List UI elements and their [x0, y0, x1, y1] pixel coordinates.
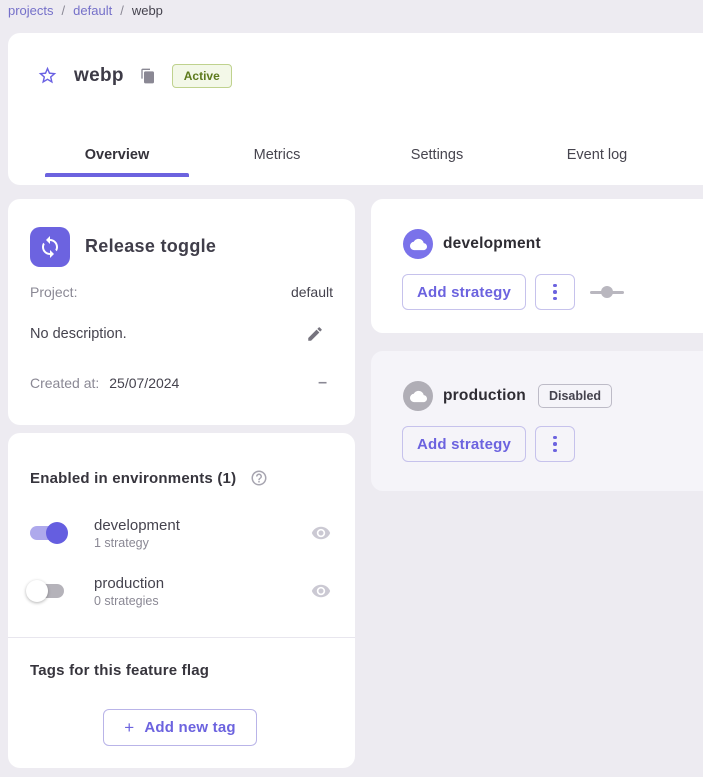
add-new-tag-label: Add new tag [144, 719, 235, 736]
breadcrumb: projects / default / webp [8, 0, 163, 20]
environment-name: production [94, 575, 309, 592]
development-toggle[interactable] [28, 523, 66, 543]
development-environment-panel: development Add strategy [371, 199, 703, 333]
feature-header-card: webp Active Overview Metrics Settings Ev… [8, 33, 703, 185]
environment-panel-name: production [443, 387, 526, 405]
environments-title-row: Enabled in environments (1) [30, 467, 270, 489]
environment-strategy-count: 1 strategy [94, 536, 309, 550]
development-panel-header: development [403, 229, 541, 259]
tab-overview[interactable]: Overview [37, 129, 197, 181]
tab-event-log[interactable]: Event log [517, 129, 677, 181]
production-environment-panel: production Disabled Add strategy [371, 351, 703, 491]
favorite-star-icon[interactable] [35, 63, 60, 88]
project-value: default [291, 284, 333, 300]
add-strategy-button[interactable]: Add strategy [402, 426, 526, 462]
environment-strategy-count: 0 strategies [94, 594, 309, 608]
card-divider [8, 637, 355, 638]
add-new-tag-button[interactable]: + Add new tag [103, 709, 257, 746]
description-row: No description. [30, 323, 333, 345]
tab-overview-label: Overview [85, 147, 150, 163]
environment-row-production: production 0 strategies [28, 569, 333, 613]
kebab-dot [553, 436, 557, 440]
more-actions-button[interactable] [535, 274, 575, 310]
disabled-badge: Disabled [538, 384, 612, 408]
tags-title: Tags for this feature flag [30, 662, 209, 679]
status-badge: Active [172, 64, 232, 88]
environment-panel-name: development [443, 235, 541, 253]
feature-tabs: Overview Metrics Settings Event log [37, 129, 677, 181]
breadcrumb-current: webp [132, 3, 163, 18]
release-toggle-icon [30, 227, 70, 267]
production-panel-actions: Add strategy [402, 426, 575, 462]
tab-settings-label: Settings [411, 147, 463, 163]
plus-icon: + [124, 718, 134, 738]
created-row: Created at: 25/07/2024 – [30, 374, 333, 392]
eye-icon[interactable] [309, 521, 333, 545]
environment-row-development: development 1 strategy [28, 511, 333, 555]
tab-event-log-label: Event log [567, 147, 627, 163]
toggle-thumb [26, 580, 48, 602]
created-value: 25/07/2024 [109, 375, 179, 391]
production-panel-header: production Disabled [403, 381, 612, 411]
environment-name: development [94, 517, 309, 534]
kebab-dot [553, 297, 557, 301]
environment-texts: production 0 strategies [94, 575, 309, 608]
active-tab-underline [45, 173, 189, 177]
breadcrumb-link-projects[interactable]: projects [8, 3, 54, 18]
breadcrumb-separator: / [62, 3, 66, 18]
collapse-card-button[interactable]: – [312, 374, 333, 392]
feature-flag-title: webp [74, 65, 124, 87]
tab-metrics-label: Metrics [254, 147, 301, 163]
strategy-connector-icon [590, 286, 624, 298]
tab-settings[interactable]: Settings [357, 129, 517, 181]
eye-icon[interactable] [309, 579, 333, 603]
cloud-icon [403, 229, 433, 259]
toggle-thumb [46, 522, 68, 544]
kebab-dot [553, 290, 557, 294]
kebab-dot [553, 449, 557, 453]
environment-texts: development 1 strategy [94, 517, 309, 550]
feature-title-row: webp Active [35, 63, 232, 88]
production-toggle[interactable] [28, 581, 66, 601]
tab-metrics[interactable]: Metrics [197, 129, 357, 181]
created-group: Created at: 25/07/2024 [30, 375, 179, 391]
kebab-dot [553, 284, 557, 288]
cloud-icon [403, 381, 433, 411]
help-icon[interactable] [248, 467, 270, 489]
project-row: Project: default [30, 284, 333, 300]
environments-title: Enabled in environments (1) [30, 470, 236, 487]
created-label: Created at: [30, 375, 99, 391]
release-toggle-card: Release toggle Project: default No descr… [8, 199, 355, 425]
edit-description-icon[interactable] [304, 323, 326, 345]
breadcrumb-link-project[interactable]: default [73, 3, 112, 18]
description-text: No description. [30, 326, 127, 342]
project-label: Project: [30, 284, 77, 300]
kebab-dot [553, 442, 557, 446]
environments-card: Enabled in environments (1) development … [8, 433, 355, 768]
development-panel-actions: Add strategy [402, 274, 624, 310]
more-actions-button[interactable] [535, 426, 575, 462]
flag-type-title: Release toggle [85, 236, 216, 257]
copy-name-icon[interactable] [138, 66, 158, 86]
add-strategy-button[interactable]: Add strategy [402, 274, 526, 310]
breadcrumb-separator: / [120, 3, 124, 18]
